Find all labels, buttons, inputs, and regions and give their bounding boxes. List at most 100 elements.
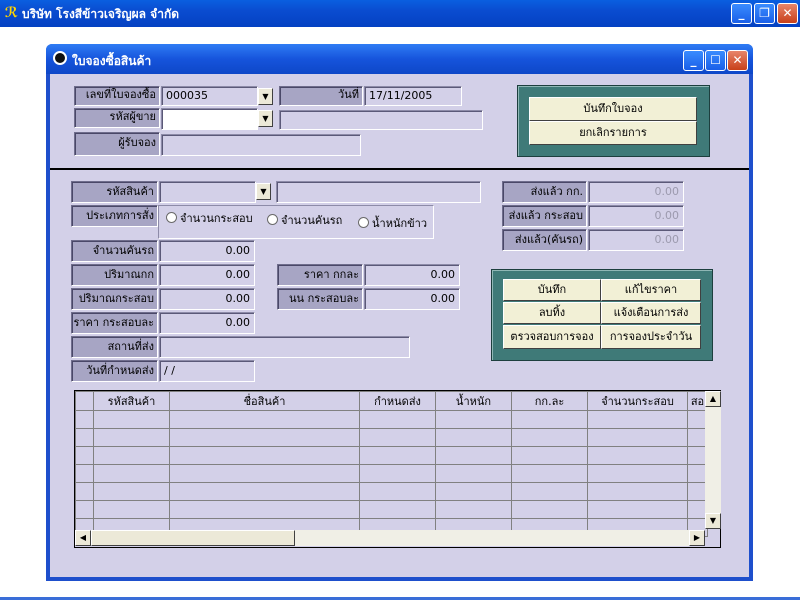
radio-trucks-icon bbox=[267, 214, 278, 225]
amount-kg-input[interactable]: 0.00 bbox=[159, 264, 255, 286]
grid-col-product-name[interactable]: ชื่อสินค้า bbox=[169, 391, 360, 411]
table-cell[interactable] bbox=[587, 410, 688, 429]
product-code-dropdown-button[interactable]: ▼ bbox=[256, 183, 271, 200]
table-cell[interactable] bbox=[435, 482, 512, 501]
row-selector-cell[interactable] bbox=[75, 410, 94, 429]
delete-button[interactable]: ลบทิ้ง bbox=[503, 302, 601, 324]
app-close-button[interactable]: ✕ bbox=[777, 3, 798, 24]
table-cell[interactable] bbox=[435, 428, 512, 447]
table-cell[interactable] bbox=[511, 410, 588, 429]
order-items-table: รหัสสินค้า ชื่อสินค้า กำหนดส่ง น้ำหนัก ก… bbox=[75, 391, 708, 537]
save-button[interactable]: บันทึก bbox=[503, 279, 601, 301]
table-row[interactable] bbox=[75, 500, 708, 519]
grid-col-due-date[interactable]: กำหนดส่ง bbox=[359, 391, 436, 411]
table-cell[interactable] bbox=[93, 446, 170, 465]
table-cell[interactable] bbox=[587, 500, 688, 519]
amount-bags-input[interactable]: 0.00 bbox=[159, 288, 255, 310]
scroll-down-icon[interactable]: ▼ bbox=[705, 513, 721, 529]
window-maximize-button[interactable]: ☐ bbox=[705, 50, 726, 71]
scroll-left-icon[interactable]: ◀ bbox=[75, 530, 91, 546]
edit-price-button[interactable]: แก้ไขราคา bbox=[601, 279, 701, 301]
table-cell[interactable] bbox=[435, 464, 512, 483]
seller-code-input[interactable] bbox=[161, 108, 258, 130]
table-cell[interactable] bbox=[169, 464, 360, 483]
receiver-field[interactable] bbox=[161, 134, 361, 156]
grid-vertical-scrollbar[interactable] bbox=[705, 391, 721, 529]
table-cell[interactable] bbox=[511, 482, 588, 501]
table-cell[interactable] bbox=[511, 500, 588, 519]
date-field[interactable]: 17/11/2005 bbox=[364, 86, 462, 106]
table-cell[interactable] bbox=[359, 446, 436, 465]
table-cell[interactable] bbox=[587, 482, 688, 501]
table-cell[interactable] bbox=[587, 428, 688, 447]
grid-col-product-code[interactable]: รหัสสินค้า bbox=[93, 391, 170, 411]
seller-code-dropdown-button[interactable]: ▼ bbox=[258, 110, 273, 127]
row-selector-cell[interactable] bbox=[75, 482, 94, 501]
cancel-item-button[interactable]: ยกเลิกรายการ bbox=[529, 121, 697, 145]
table-cell[interactable] bbox=[169, 410, 360, 429]
price-per-bag-input[interactable]: 0.00 bbox=[159, 312, 255, 334]
daily-booking-button[interactable]: การจองประจำวัน bbox=[601, 325, 701, 349]
window-close-button[interactable]: ✕ bbox=[727, 50, 748, 71]
table-row[interactable] bbox=[75, 410, 708, 429]
table-cell[interactable] bbox=[359, 500, 436, 519]
row-selector-cell[interactable] bbox=[75, 428, 94, 447]
table-cell[interactable] bbox=[93, 464, 170, 483]
table-cell[interactable] bbox=[511, 446, 588, 465]
table-row[interactable] bbox=[75, 482, 708, 501]
table-cell[interactable] bbox=[169, 428, 360, 447]
table-cell[interactable] bbox=[587, 446, 688, 465]
order-items-grid[interactable]: รหัสสินค้า ชื่อสินค้า กำหนดส่ง น้ำหนัก ก… bbox=[74, 390, 721, 548]
weight-per-bag-input[interactable]: 0.00 bbox=[364, 288, 460, 310]
table-cell[interactable] bbox=[93, 428, 170, 447]
window-minimize-button[interactable]: _ bbox=[683, 50, 704, 71]
table-cell[interactable] bbox=[435, 410, 512, 429]
table-cell[interactable] bbox=[93, 410, 170, 429]
row-selector-cell[interactable] bbox=[75, 464, 94, 483]
table-cell[interactable] bbox=[169, 500, 360, 519]
radio-weight-icon bbox=[358, 217, 369, 228]
table-cell[interactable] bbox=[169, 482, 360, 501]
receiver-label: ผู้รับจอง bbox=[74, 132, 160, 156]
save-order-button[interactable]: บันทึกใบจอง bbox=[529, 97, 697, 121]
table-row[interactable] bbox=[75, 464, 708, 483]
scroll-right-icon[interactable]: ▶ bbox=[689, 530, 705, 546]
table-cell[interactable] bbox=[511, 464, 588, 483]
table-cell[interactable] bbox=[93, 500, 170, 519]
table-cell[interactable] bbox=[359, 428, 436, 447]
radio-bags[interactable]: จำนวนกระสอบ bbox=[166, 211, 253, 227]
due-date-input[interactable]: / / bbox=[159, 360, 255, 382]
table-cell[interactable] bbox=[93, 482, 170, 501]
trucks-input[interactable]: 0.00 bbox=[159, 240, 255, 262]
app-minimize-button[interactable]: _ bbox=[731, 3, 752, 24]
table-cell[interactable] bbox=[359, 464, 436, 483]
row-selector-cell[interactable] bbox=[75, 446, 94, 465]
radio-weight[interactable]: น้ำหนักข้าว bbox=[358, 216, 427, 232]
table-cell[interactable] bbox=[359, 482, 436, 501]
order-no-dropdown-button[interactable]: ▼ bbox=[258, 88, 273, 105]
table-row[interactable] bbox=[75, 446, 708, 465]
table-cell[interactable] bbox=[511, 428, 588, 447]
grid-col-weight[interactable]: น้ำหนัก bbox=[435, 391, 512, 411]
destination-label: สถานที่ส่ง bbox=[71, 336, 158, 358]
scroll-up-icon[interactable]: ▲ bbox=[705, 391, 721, 407]
table-cell[interactable] bbox=[435, 500, 512, 519]
destination-input[interactable] bbox=[159, 336, 410, 358]
row-selector-cell[interactable] bbox=[75, 500, 94, 519]
table-cell[interactable] bbox=[169, 446, 360, 465]
table-cell[interactable] bbox=[359, 410, 436, 429]
grid-col-per-kg[interactable]: กก.ละ bbox=[511, 391, 588, 411]
table-cell[interactable] bbox=[435, 446, 512, 465]
table-row[interactable] bbox=[75, 428, 708, 447]
table-cell[interactable] bbox=[587, 464, 688, 483]
check-booking-button[interactable]: ตรวจสอบการจอง bbox=[503, 325, 601, 349]
radio-trucks[interactable]: จำนวนคันรถ bbox=[267, 213, 342, 229]
app-restore-button[interactable]: ❐ bbox=[754, 3, 775, 24]
order-no-field[interactable]: 000035 bbox=[161, 86, 258, 106]
notify-delivery-button[interactable]: แจ้งเตือนการส่ง bbox=[601, 302, 701, 324]
grid-col-bags[interactable]: จำนวนกระสอบ bbox=[587, 391, 688, 411]
radio-trucks-label: จำนวนคันรถ bbox=[281, 214, 343, 227]
price-per-kg-input[interactable]: 0.00 bbox=[364, 264, 460, 286]
product-code-input[interactable] bbox=[159, 181, 256, 203]
horizontal-scroll-thumb[interactable] bbox=[91, 530, 295, 546]
